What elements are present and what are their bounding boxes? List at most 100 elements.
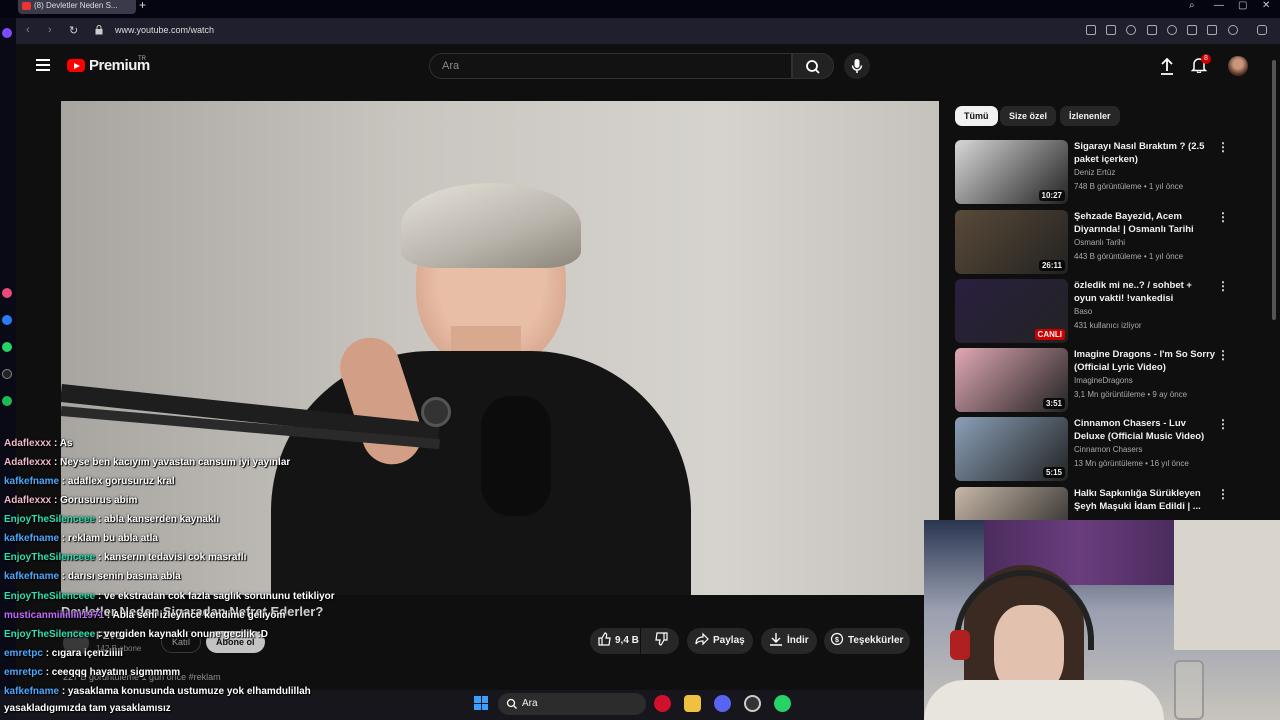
account-avatar[interactable]: [1228, 56, 1248, 76]
recommendation-thumbnail[interactable]: 10:27: [955, 140, 1068, 204]
taskbar-search[interactable]: Ara: [498, 693, 646, 715]
chip-for-you[interactable]: Size özel: [1000, 106, 1057, 126]
shield-icon[interactable]: [1126, 25, 1136, 35]
recommendation-channel[interactable]: Deniz Ertüz: [1074, 168, 1115, 177]
list-icon[interactable]: [1207, 25, 1217, 35]
back-icon[interactable]: ‹: [26, 24, 30, 36]
like-button[interactable]: 9,4 B: [590, 628, 640, 654]
video-duration: 10:27: [1038, 190, 1065, 201]
recommendation-title[interactable]: Halkı Sapkınlığa Sürükleyen Şeyh Maşuki …: [1074, 487, 1216, 513]
taskbar-search-label: Ara: [522, 698, 538, 709]
chat-text: : Gorusurus abim: [54, 495, 138, 506]
recommendation-item[interactable]: CANLI özledik mi ne..? / sohbet + oyun v…: [955, 279, 1255, 343]
recommendation-thumbnail[interactable]: 5:15: [955, 417, 1068, 481]
chip-all[interactable]: Tümü: [955, 106, 998, 126]
forward-icon[interactable]: ›: [48, 24, 52, 36]
dislike-button[interactable]: [641, 628, 679, 654]
aria-icon[interactable]: [2, 28, 12, 38]
maximize-icon[interactable]: ▢: [1238, 0, 1247, 11]
recommendation-title[interactable]: Sigarayı Nasıl Bıraktım ? (2.5 paket içe…: [1074, 140, 1216, 166]
youtube-logo-icon[interactable]: [67, 59, 85, 72]
camera-icon[interactable]: [1106, 25, 1116, 35]
chat-message: EnjoyTheSilenceee : ve ekstradan cok faz…: [4, 591, 335, 602]
extension-icon[interactable]: [1257, 25, 1267, 35]
more-options-icon[interactable]: ⋮: [1217, 348, 1229, 362]
edit-icon[interactable]: [1086, 25, 1096, 35]
play-icon[interactable]: [1147, 25, 1157, 35]
whatsapp-taskbar-icon[interactable]: [774, 695, 791, 712]
chip-watched[interactable]: İzlenenler: [1060, 106, 1120, 126]
video-frame-mic-joint: [421, 397, 451, 427]
recommendation-title[interactable]: özledik mi ne..? / sohbet + oyun vakti! …: [1074, 279, 1216, 305]
search-button[interactable]: [792, 53, 834, 79]
recommendation-title[interactable]: Şehzade Bayezid, Acem Diyarında! | Osman…: [1074, 210, 1216, 236]
whatsapp-icon[interactable]: [2, 342, 12, 352]
recommendation-item[interactable]: 26:11 Şehzade Bayezid, Acem Diyarında! |…: [955, 210, 1255, 274]
chat-message: Adaflexxx : As: [4, 438, 73, 449]
recommendation-channel[interactable]: Osmanlı Tarihi: [1074, 238, 1125, 247]
tab-title: (8) Devletler Neden S...: [34, 1, 118, 10]
x-icon[interactable]: [2, 369, 12, 379]
windows-start-icon[interactable]: [474, 696, 488, 710]
recommendation-item[interactable]: 3:51 Imagine Dragons - I'm So Sorry (Off…: [955, 348, 1255, 412]
steam-icon[interactable]: [744, 695, 761, 712]
url-field[interactable]: www.youtube.com/watch: [115, 25, 214, 35]
webcam-wall: [1174, 520, 1280, 650]
recommendation-channel[interactable]: Cinnamon Chasers: [1074, 445, 1142, 454]
chat-message: musticanmiiiiiiiii1971 : Abla seni izley…: [4, 610, 285, 621]
address-bar: ‹ › ↻ www.youtube.com/watch: [0, 18, 1280, 44]
new-tab-button[interactable]: +: [139, 0, 146, 11]
instagram-icon[interactable]: [2, 288, 12, 298]
scrollbar[interactable]: [1272, 60, 1276, 320]
search-tabs-icon[interactable]: ⌕: [1189, 0, 1195, 11]
recommendation-thumbnail[interactable]: 3:51: [955, 348, 1068, 412]
chat-username: musticanmiiiiiiiii1971: [4, 610, 105, 621]
share-button[interactable]: Paylaş: [687, 628, 753, 654]
heart-icon[interactable]: [1167, 25, 1177, 35]
recommendation-channel[interactable]: ImagineDragons: [1074, 376, 1133, 385]
thanks-button[interactable]: $ Teşekkürler: [824, 628, 910, 654]
recommendation-meta: 3,1 Mn görüntüleme • 9 ay önce: [1074, 390, 1188, 399]
recommendation-thumbnail[interactable]: 26:11: [955, 210, 1068, 274]
chat-text: : ceeqqq hayatını sigmmmm: [45, 667, 181, 678]
close-icon[interactable]: ✕: [1262, 0, 1270, 11]
microphone-icon: [851, 59, 863, 73]
reload-icon[interactable]: ↻: [69, 24, 78, 37]
more-options-icon[interactable]: ⋮: [1217, 279, 1229, 293]
webcam-headset-ear: [950, 630, 970, 660]
download-arrow-icon: [770, 633, 782, 647]
chat-text: yasakladıgımızda tam yasaklamısız: [4, 703, 171, 714]
chat-text: : Abla seni izleyince kendime geliyom: [106, 610, 286, 621]
browser-tab[interactable]: (8) Devletler Neden S...: [18, 0, 136, 14]
more-options-icon[interactable]: ⋮: [1217, 210, 1229, 224]
spotify-icon[interactable]: [2, 396, 12, 406]
voice-search-button[interactable]: [844, 53, 870, 79]
download-button[interactable]: İndir: [761, 628, 817, 654]
profile-icon[interactable]: [1228, 25, 1238, 35]
messenger-icon[interactable]: [2, 315, 12, 325]
chat-text: : Neyse ben kacıyım yavastan cansum iyi …: [54, 457, 291, 468]
recommendation-thumbnail[interactable]: CANLI: [955, 279, 1068, 343]
upload-icon[interactable]: [1159, 57, 1175, 75]
recommendation-item[interactable]: 5:15 Cinnamon Chasers - Luv Deluxe (Offi…: [955, 417, 1255, 481]
minimize-icon[interactable]: —: [1214, 0, 1224, 11]
share-label: Paylaş: [713, 635, 745, 646]
chat-username: Adaflexxx: [4, 438, 52, 449]
discord-icon[interactable]: [714, 695, 731, 712]
more-options-icon[interactable]: ⋮: [1217, 140, 1229, 154]
thanks-label: Teşekkürler: [848, 635, 904, 646]
download-icon[interactable]: [1187, 25, 1197, 35]
more-options-icon[interactable]: ⋮: [1217, 487, 1229, 501]
chat-username: EnjoyTheSilenceee: [4, 514, 96, 525]
recommendation-meta: 443 B görüntüleme • 1 yıl önce: [1074, 252, 1184, 261]
recommendation-title[interactable]: Cinnamon Chasers - Luv Deluxe (Official …: [1074, 417, 1216, 443]
search-input[interactable]: Ara: [429, 53, 792, 79]
recommendation-channel[interactable]: Baso: [1074, 307, 1092, 316]
opera-icon[interactable]: [654, 695, 671, 712]
recommendation-title[interactable]: Imagine Dragons - I'm So Sorry (Official…: [1074, 348, 1216, 374]
file-explorer-icon[interactable]: [684, 695, 701, 712]
chat-username: EnjoyTheSilenceee: [4, 629, 96, 640]
more-options-icon[interactable]: ⋮: [1217, 417, 1229, 431]
recommendation-item[interactable]: 10:27 Sigarayı Nasıl Bıraktım ? (2.5 pak…: [955, 140, 1255, 204]
hamburger-menu-icon[interactable]: [36, 59, 50, 71]
